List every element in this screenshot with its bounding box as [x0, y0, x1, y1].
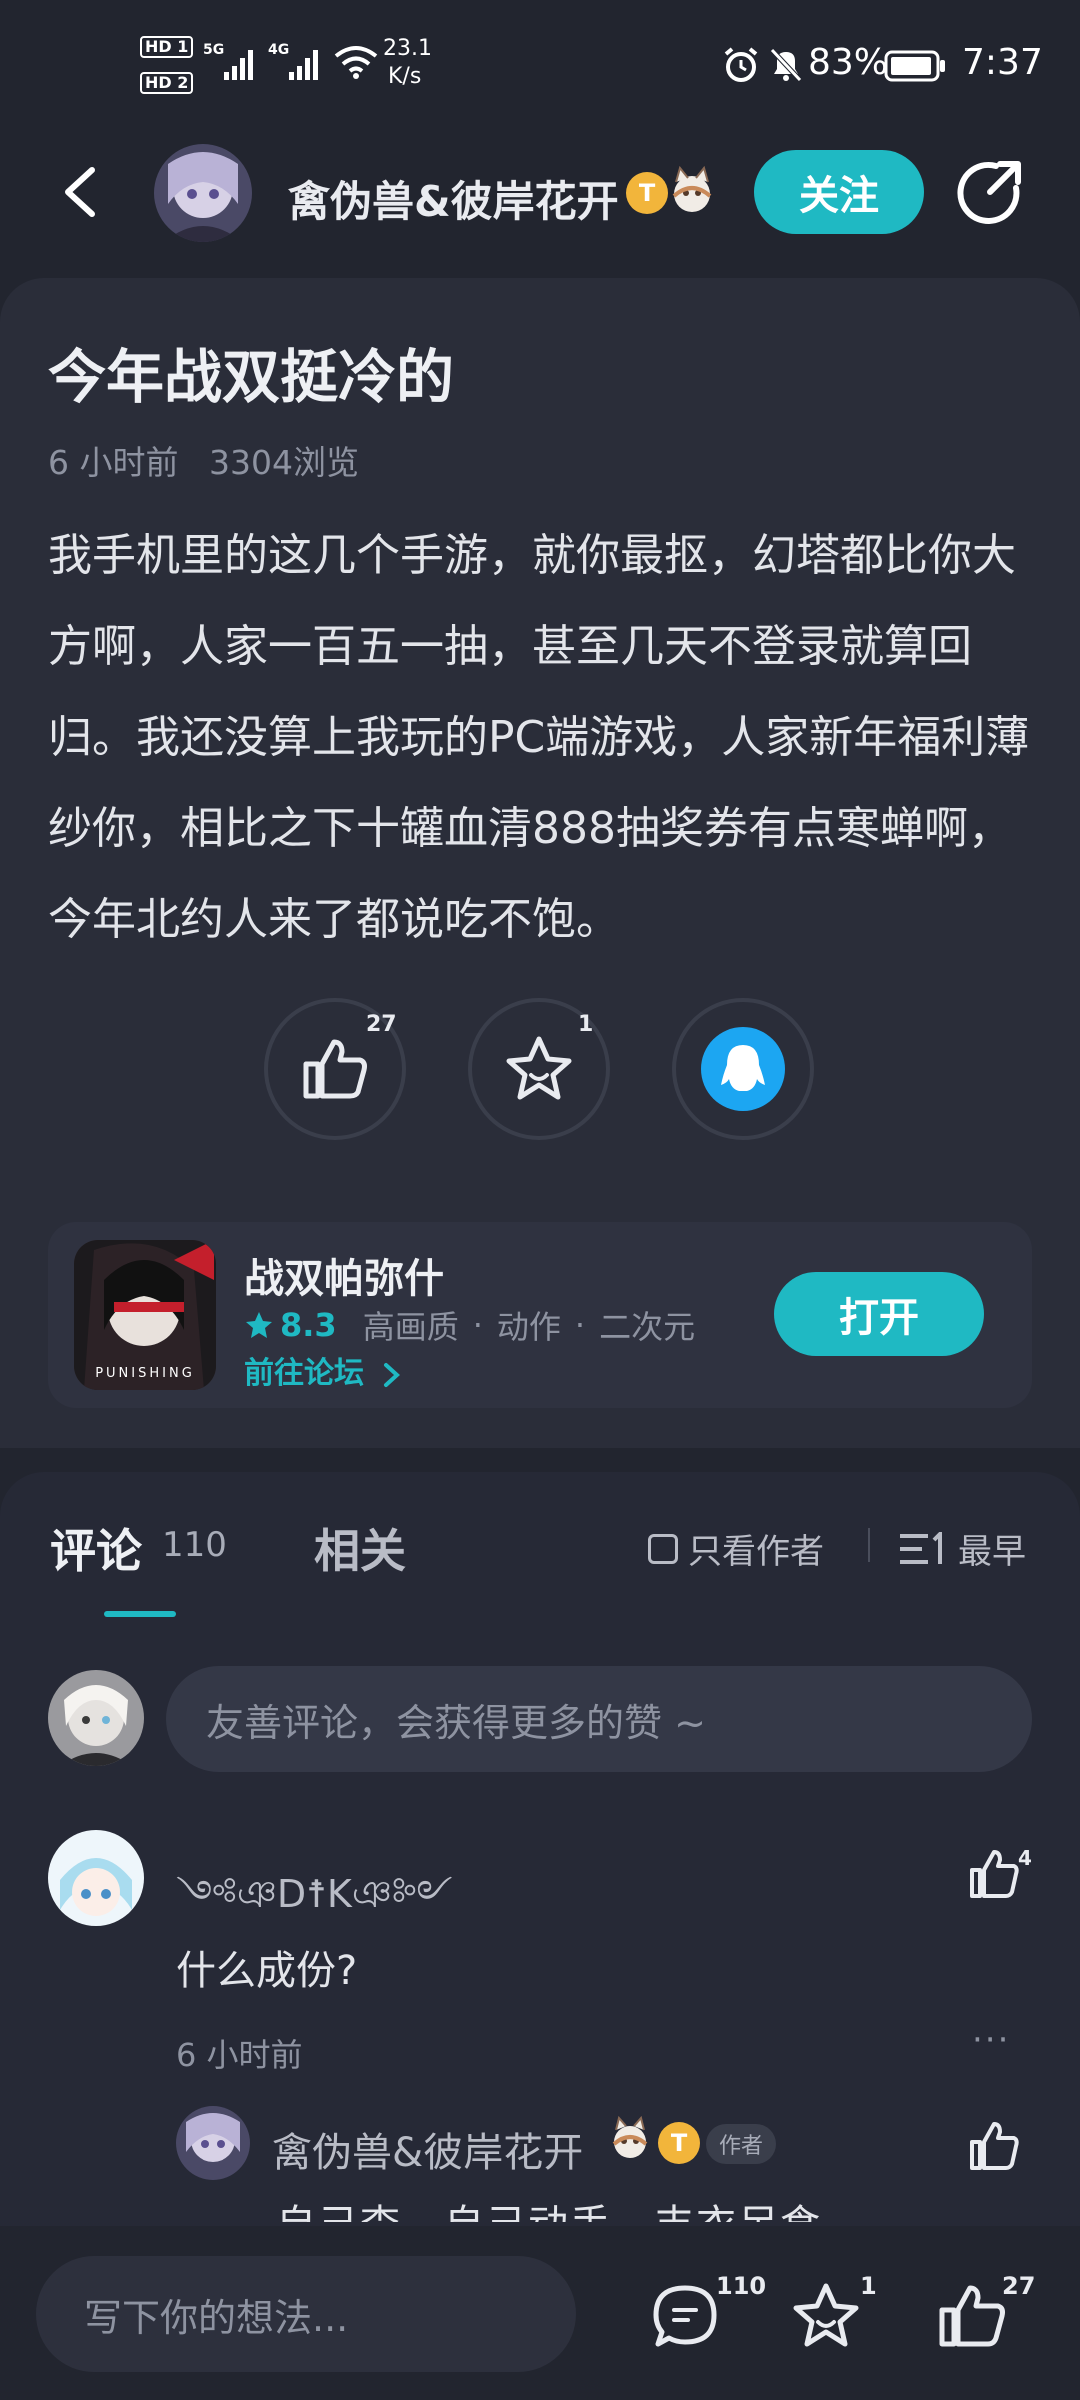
reply-author-avatar[interactable]	[176, 2106, 250, 2180]
only-author-label: 只看作者	[688, 1532, 824, 1572]
back-arrow-icon[interactable]	[56, 164, 102, 220]
tab-related[interactable]: 相关	[314, 1515, 406, 1581]
reply-like-icon[interactable]	[968, 2120, 1020, 2172]
wifi-icon	[334, 46, 378, 79]
comment-like-count: 4	[1018, 1846, 1032, 1870]
post-views: 3304浏览	[209, 443, 359, 482]
sort-label: 最早	[958, 1532, 1026, 1572]
game-rating: 8.3	[280, 1306, 337, 1344]
hd-indicator-2: HD 2	[140, 72, 194, 94]
favorite-count: 1	[578, 1012, 594, 1037]
share-icon[interactable]	[956, 158, 1024, 226]
star-icon	[506, 1036, 572, 1100]
net-speed-unit: K/s	[388, 64, 422, 89]
comment-text: 什么成份?	[176, 1948, 358, 1994]
signal-icon	[224, 50, 253, 80]
qq-icon	[701, 1027, 785, 1111]
game-tag: 动作	[496, 1308, 561, 1346]
game-icon[interactable]: PUNISHING	[74, 1240, 216, 1390]
alarm-icon	[724, 47, 758, 82]
clock: 7:37	[962, 42, 1043, 83]
commenter-avatar[interactable]	[48, 1830, 144, 1926]
active-tab-indicator	[104, 1611, 176, 1617]
post-time: 6 小时前	[48, 443, 179, 482]
comment-icon[interactable]	[650, 2282, 720, 2352]
game-tag: 高画质	[362, 1308, 459, 1346]
like-count: 27	[1002, 2272, 1036, 2300]
forum-link[interactable]: 前往论坛	[244, 1348, 402, 1392]
post-title: 今年战双挺冷的	[48, 343, 455, 411]
author-avatar[interactable]	[154, 144, 252, 242]
favorite-count: 1	[860, 2272, 877, 2300]
battery-icon	[884, 50, 945, 82]
comment-count: 110	[716, 2272, 767, 2300]
level-badge: T	[658, 2122, 700, 2164]
cat-badge-icon	[672, 166, 712, 212]
net-speed: 23.1	[383, 36, 432, 61]
level-badge: T	[626, 172, 668, 214]
cat-badge-icon	[612, 2116, 648, 2158]
like-count: 27	[366, 1012, 397, 1037]
comments-count: 110	[162, 1525, 227, 1565]
status-bar: HD 1 HD 2 5G 4G 23.1 K/s 83% 7:37	[0, 0, 1080, 130]
like-icon[interactable]	[936, 2280, 1008, 2352]
only-author-toggle[interactable]: 只看作者	[648, 1524, 824, 1573]
mute-bell-icon	[770, 48, 802, 82]
game-rating-row: 8.3 高画质 · 动作 · 二次元	[244, 1302, 695, 1348]
reply-text: 自己查 自己动手 丰衣足食	[276, 2192, 822, 2222]
write-comment-input[interactable]: 写下你的想法...	[36, 2256, 576, 2372]
rating-star-icon	[246, 1312, 272, 1338]
thumbs-up-icon	[303, 1039, 367, 1099]
sort-list-icon	[900, 1531, 942, 1564]
signal-icon-2	[289, 50, 318, 80]
comment-input[interactable]: 友善评论，会获得更多的赞 ~	[166, 1666, 1032, 1772]
tag-separator: ·	[574, 1306, 586, 1344]
game-name: 战双帕弥什	[244, 1256, 444, 1302]
checkbox-icon	[648, 1533, 678, 1564]
author-tag: 作者	[706, 2124, 776, 2164]
my-avatar[interactable]	[48, 1670, 144, 1766]
open-game-button[interactable]: 打开	[774, 1272, 984, 1356]
tag-separator: ·	[472, 1306, 483, 1344]
qq-share-button[interactable]	[672, 998, 814, 1140]
tab-comments[interactable]: 评论	[50, 1515, 142, 1581]
comment-like-icon[interactable]	[968, 1848, 1020, 1900]
more-options-icon[interactable]: ···	[972, 2020, 1010, 2060]
game-icon-label: PUNISHING	[95, 1366, 195, 1381]
sort-button[interactable]: 最早	[900, 1524, 1026, 1573]
post-body: 我手机里的这几个手游，就你最抠，幻塔都比你大方啊，人家一百五一抽，甚至几天不登录…	[48, 530, 1030, 945]
forum-link-label: 前往论坛	[244, 1356, 364, 1391]
favorite-icon[interactable]	[790, 2280, 862, 2352]
post-meta: 6 小时前 3304浏览	[48, 436, 359, 484]
comment-time: 6 小时前	[176, 2036, 303, 2074]
divider	[868, 1528, 870, 1562]
reply-author-name[interactable]: 禽伪兽&彼岸花开	[272, 2120, 583, 2178]
game-tag: 二次元	[599, 1308, 696, 1346]
follow-button[interactable]: 关注	[754, 150, 924, 234]
hd-indicator-1: HD 1	[140, 36, 194, 58]
chevron-right-icon	[384, 1362, 401, 1387]
battery-percent: 83%	[808, 42, 889, 83]
author-name[interactable]: 禽伪兽&彼岸花开	[288, 168, 619, 229]
